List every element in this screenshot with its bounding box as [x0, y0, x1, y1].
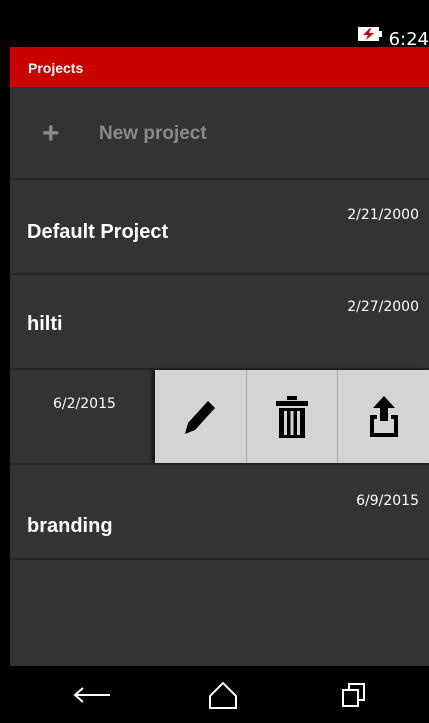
project-date: 6/2/2015 [53, 396, 116, 412]
pencil-icon [185, 400, 216, 434]
project-date: 2/21/2000 [347, 207, 419, 223]
back-arrow-icon [73, 687, 110, 703]
plus-icon: + [42, 117, 60, 150]
share-icon [369, 395, 398, 437]
app-screen: 6:24 Projects + New project Default Proj… [0, 0, 429, 723]
new-project-button[interactable]: + New project [10, 87, 429, 180]
project-date: 6/9/2015 [356, 493, 419, 509]
row-action-panel [155, 370, 429, 463]
battery-charging-icon [358, 27, 382, 41]
project-row-swiped[interactable]: 6/2/2015 [10, 370, 429, 465]
system-nav-bar [10, 666, 429, 723]
edit-project-button[interactable] [155, 370, 246, 463]
page-title: Projects [28, 60, 84, 76]
trash-icon [276, 395, 308, 438]
home-icon [209, 681, 237, 709]
status-bar: 6:24 [10, 10, 429, 50]
project-name: Default Project [27, 221, 169, 243]
back-button[interactable] [72, 678, 112, 712]
project-name: branding [27, 515, 113, 537]
project-row-hilti[interactable]: hilti 2/27/2000 [10, 275, 429, 370]
recent-apps-button[interactable] [334, 678, 374, 712]
project-row-default-project[interactable]: Default Project 2/21/2000 [10, 180, 429, 275]
recent-apps-icon [342, 683, 365, 707]
project-list[interactable]: + New project Default Project 2/21/2000 … [10, 87, 429, 666]
project-date: 2/27/2000 [347, 299, 419, 315]
project-row-branding[interactable]: branding 6/9/2015 [10, 465, 429, 560]
delete-project-button[interactable] [245, 370, 338, 463]
share-project-button[interactable] [337, 370, 429, 463]
project-name: hilti [27, 313, 63, 335]
app-bar: Projects [10, 47, 429, 87]
home-button[interactable] [203, 678, 243, 712]
new-project-label: New project [99, 123, 207, 144]
